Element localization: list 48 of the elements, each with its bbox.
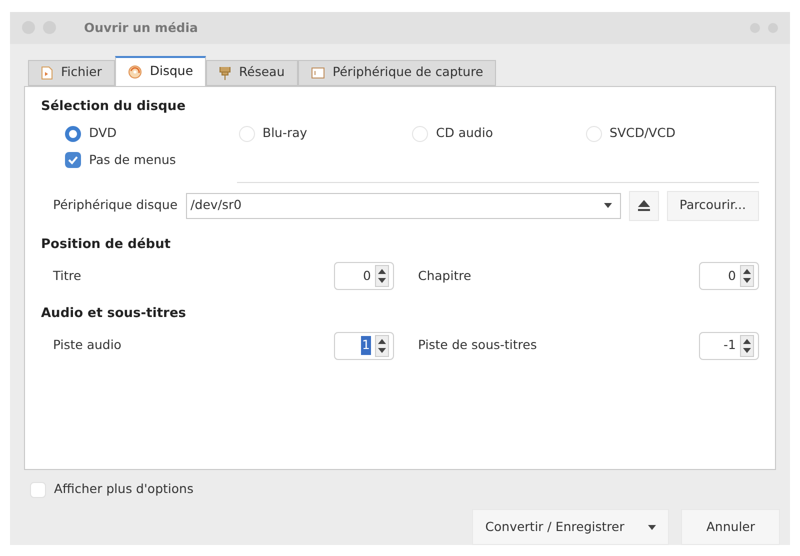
- tab[interactable]: Disque: [114, 56, 206, 86]
- convert-button-label[interactable]: Convertir / Enregistrer: [473, 518, 636, 536]
- checkbox[interactable]: [30, 482, 46, 498]
- field-label: Piste de sous-titres: [418, 336, 537, 354]
- section-heading: Sélection du disque: [41, 98, 187, 116]
- stepper-arrows-icon[interactable]: [375, 265, 389, 288]
- tab[interactable]: Fichier: [28, 60, 115, 86]
- browse-button[interactable]: Parcourir...: [666, 190, 759, 221]
- spin-value: 0: [363, 266, 371, 285]
- capture-device-icon: [310, 66, 325, 80]
- spin-box[interactable]: 1: [334, 332, 394, 360]
- radio-option[interactable]: Blu-ray: [238, 124, 412, 144]
- stepper-arrows-icon[interactable]: [375, 334, 389, 357]
- dropdown-arrow-icon[interactable]: [648, 524, 656, 530]
- field-label: Titre: [53, 266, 82, 285]
- tab[interactable]: Réseau: [206, 60, 298, 86]
- field-label: Piste audio: [53, 336, 122, 354]
- window-title: Ouvrir un média: [84, 18, 198, 37]
- device-combo-box[interactable]: /dev/sr0: [186, 192, 621, 219]
- radio-button[interactable]: [65, 126, 81, 142]
- checkbox[interactable]: [65, 152, 81, 168]
- spin-value: 1: [361, 336, 371, 356]
- field-label: Chapitre: [418, 266, 472, 285]
- network-plug-icon: [219, 66, 232, 80]
- cancel-button[interactable]: Annuler: [681, 509, 780, 545]
- check-icon: [68, 155, 78, 166]
- eject-icon: [638, 200, 650, 212]
- radio-option[interactable]: DVD: [65, 124, 238, 144]
- spin-box[interactable]: 0: [334, 262, 394, 290]
- disc-icon: [128, 64, 142, 79]
- document-icon: [41, 66, 53, 80]
- spin-value: -1: [724, 336, 736, 354]
- stepper-arrows-icon[interactable]: [740, 334, 754, 357]
- radio-option[interactable]: SVCD/VCD: [586, 124, 759, 144]
- eject-button[interactable]: [628, 190, 659, 221]
- spin-box[interactable]: 0: [699, 262, 759, 290]
- spin-value: 0: [728, 266, 736, 285]
- dropdown-arrow-icon[interactable]: [604, 203, 612, 208]
- tab[interactable]: Périphérique de capture: [298, 60, 496, 86]
- section-heading: Audio et sous-titres: [41, 305, 187, 324]
- stepper-arrows-icon[interactable]: [740, 265, 754, 288]
- field-label: Périphérique disque: [53, 196, 178, 214]
- no-menus-checkbox-option[interactable]: Pas de menus: [41, 151, 759, 170]
- section-heading: Position de début: [41, 236, 172, 254]
- radio-option[interactable]: CD audio: [412, 124, 586, 144]
- show-more-options-checkbox-option[interactable]: Afficher plus d'options: [30, 480, 790, 499]
- convert-split-button[interactable]: Convertir / Enregistrer: [472, 509, 670, 545]
- spin-box[interactable]: -1: [699, 332, 759, 360]
